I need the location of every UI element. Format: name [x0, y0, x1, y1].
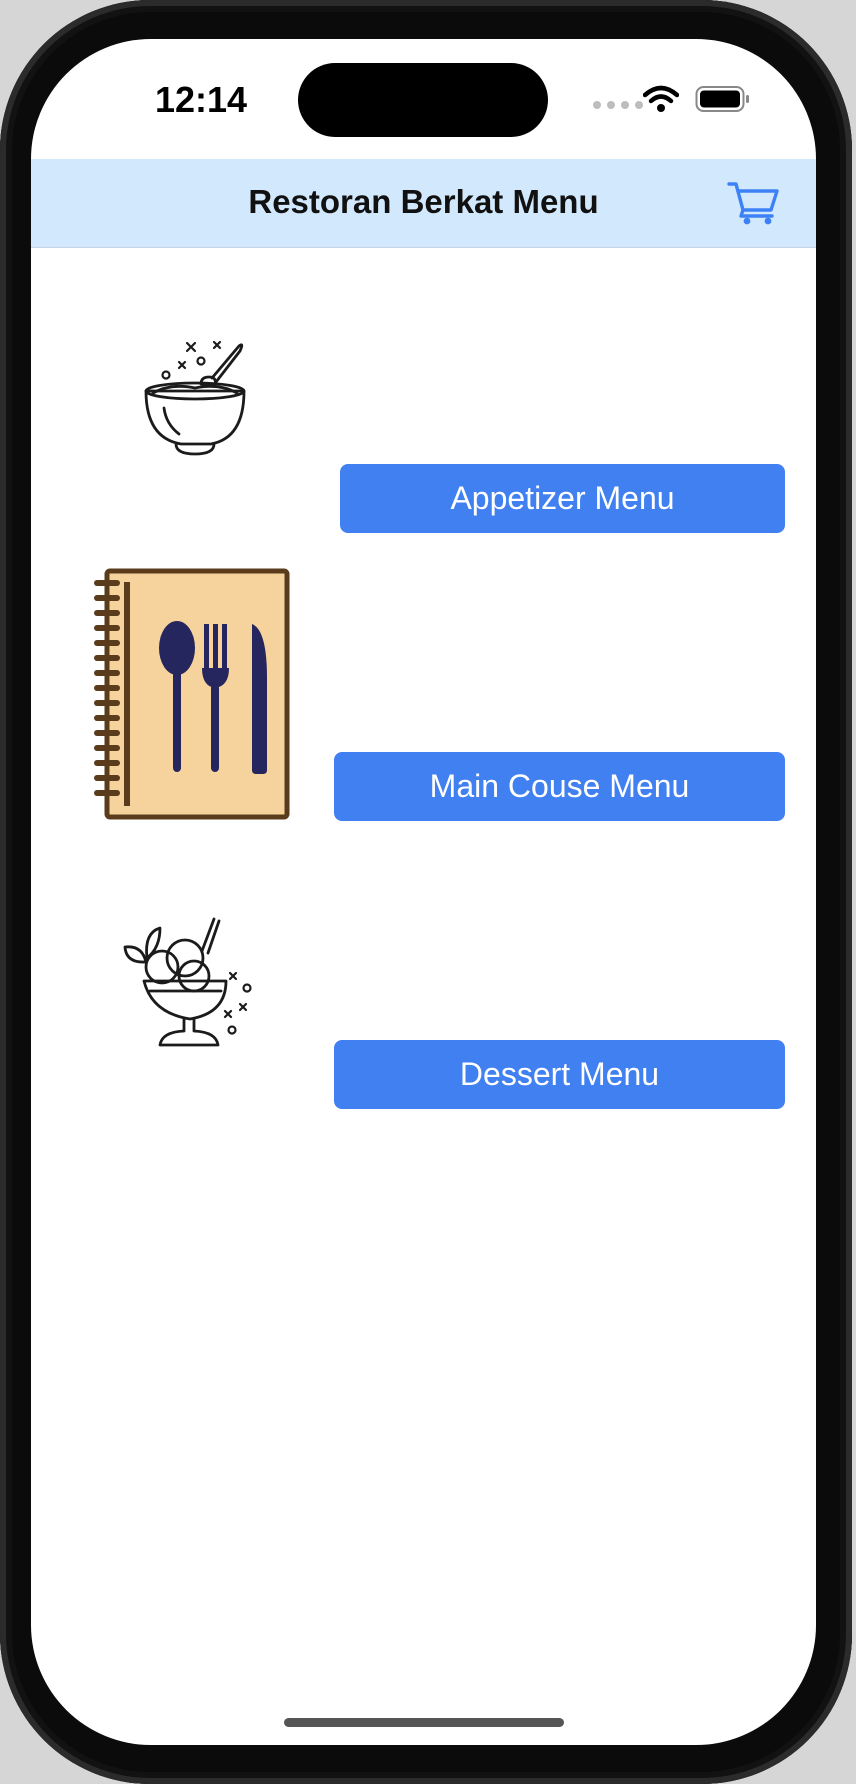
app-screen: 12:14 Restoran Berkat Menu Appetizer Men…	[31, 39, 816, 1745]
menu-book-icon	[94, 568, 290, 820]
battery-icon	[695, 86, 749, 112]
navigation-bar: Restoran Berkat Menu	[31, 159, 816, 248]
status-bar: 12:14	[31, 39, 816, 159]
dessert-menu-button[interactable]: Dessert Menu	[334, 1040, 785, 1109]
home-indicator[interactable]	[284, 1718, 564, 1727]
wifi-icon	[643, 85, 679, 112]
status-time: 12:14	[154, 79, 248, 120]
appetizer-menu-button[interactable]: Appetizer Menu	[340, 464, 785, 533]
main-course-menu-button[interactable]: Main Couse Menu	[334, 752, 785, 821]
page-title: Restoran Berkat Menu	[248, 183, 599, 220]
cellular-signal-icon	[593, 101, 643, 109]
cart-icon[interactable]	[726, 179, 780, 227]
phone-frame: 12:14 Restoran Berkat Menu Appetizer Men…	[0, 0, 852, 1784]
ice-cream-sundae-icon	[123, 917, 252, 1047]
dynamic-island	[298, 63, 548, 137]
soup-bowl-icon	[144, 340, 246, 456]
